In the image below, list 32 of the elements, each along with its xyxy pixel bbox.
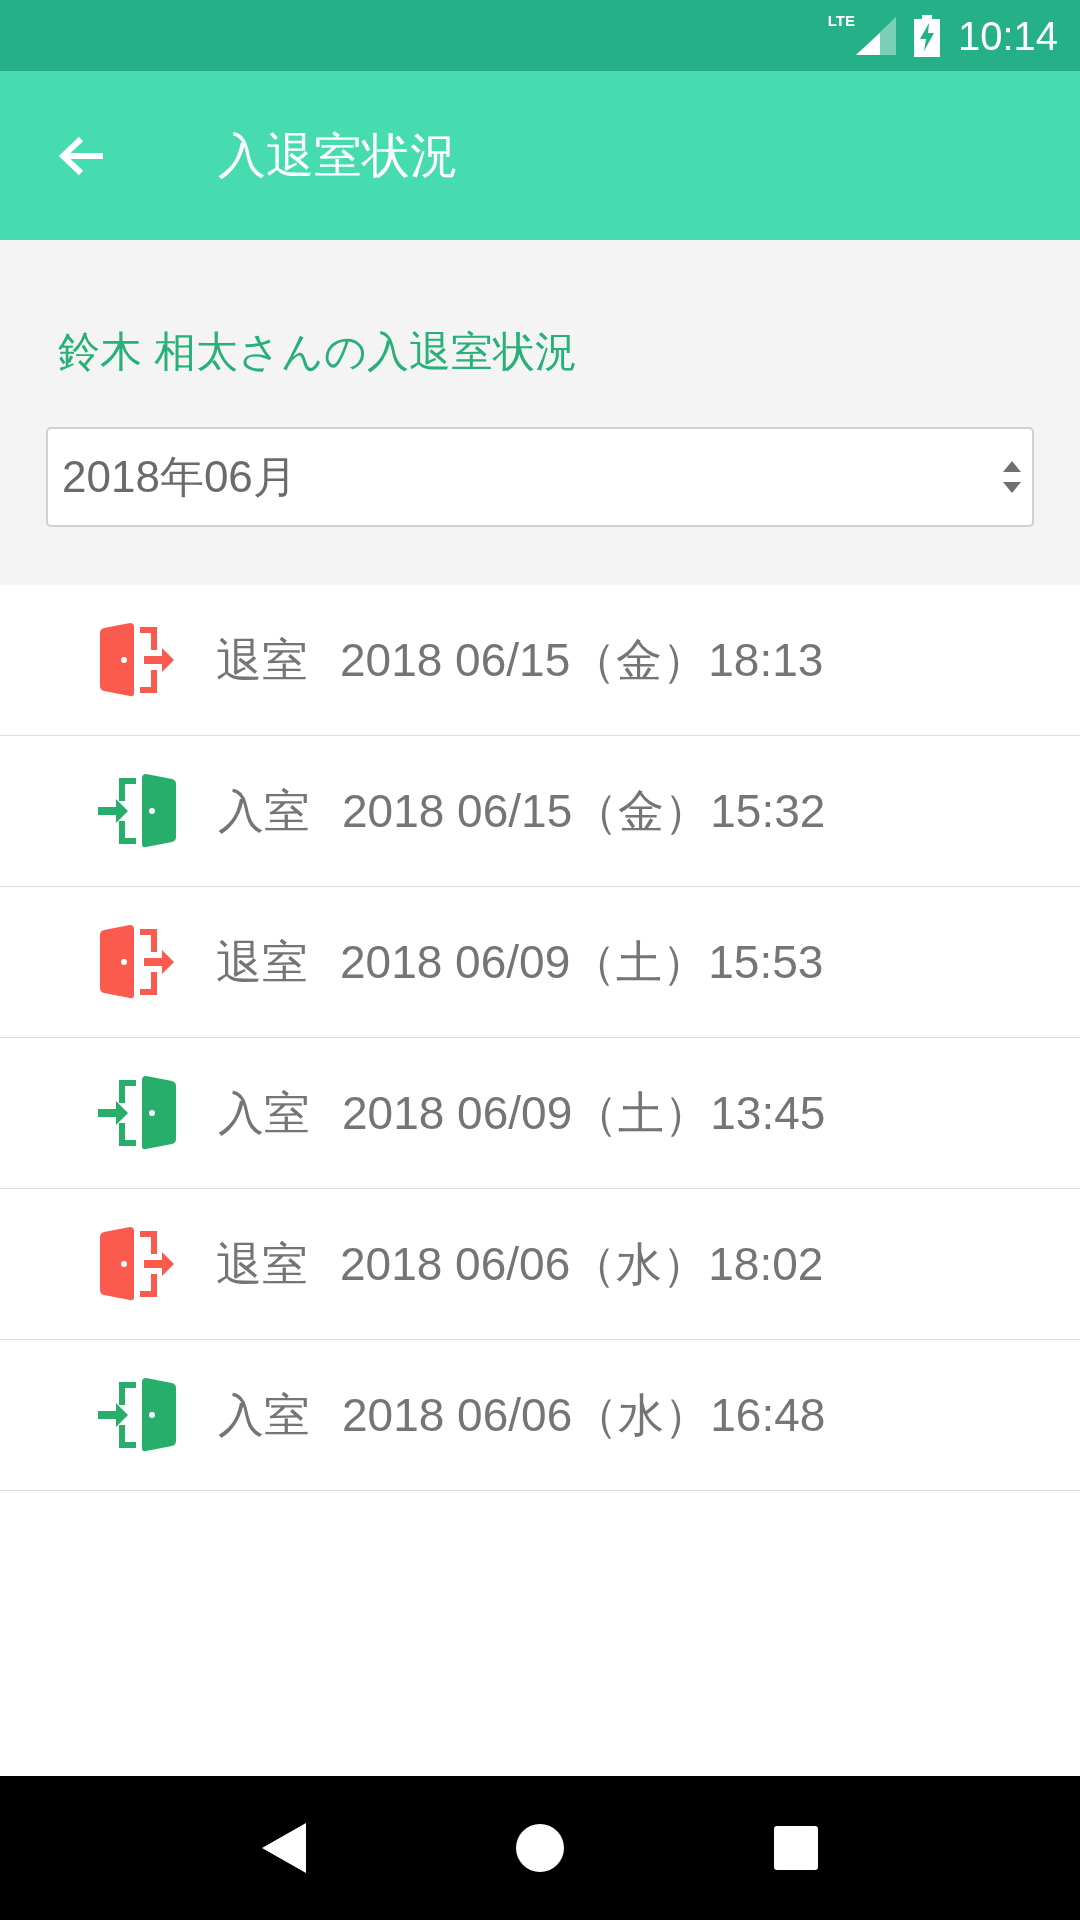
exit-door-icon — [98, 925, 176, 999]
network-type: LTE — [827, 12, 855, 28]
up-down-caret-icon — [1002, 459, 1022, 495]
signal-icon — [855, 16, 896, 55]
record-datetime: 2018 06/06（水）16:48 — [342, 1387, 826, 1443]
nav-back-button[interactable] — [262, 1823, 306, 1873]
record-datetime: 2018 06/06（水）18:02 — [340, 1236, 824, 1292]
record-type: 入室 — [218, 783, 310, 839]
record-type: 退室 — [216, 632, 308, 688]
record-datetime: 2018 06/15（金）18:13 — [340, 632, 824, 688]
section-heading: 鈴木 相太さんの入退室状況 — [58, 327, 578, 377]
record-type: 退室 — [216, 934, 308, 990]
exit-door-icon — [98, 1227, 176, 1301]
battery-charging-icon — [913, 14, 940, 57]
enter-door-icon — [98, 774, 178, 848]
enter-door-icon — [98, 1378, 178, 1452]
record-type: 入室 — [218, 1387, 310, 1443]
record-datetime: 2018 06/15（金）15:32 — [342, 783, 826, 839]
month-select[interactable]: 2018年06月 — [46, 427, 1034, 527]
nav-home-button[interactable] — [516, 1824, 564, 1872]
record-datetime: 2018 06/09（土）15:53 — [340, 934, 824, 990]
square-recents-icon — [774, 1826, 818, 1870]
exit-door-icon — [98, 623, 176, 697]
clock: 10:14 — [957, 12, 1058, 60]
enter-door-icon — [98, 1076, 178, 1150]
record-type: 入室 — [218, 1085, 310, 1141]
screen-title: 入退室状況 — [218, 127, 458, 184]
record-type: 退室 — [216, 1236, 308, 1292]
circle-home-icon — [516, 1824, 564, 1872]
back-arrow-icon — [59, 134, 105, 177]
triangle-back-icon — [262, 1823, 306, 1873]
record-datetime: 2018 06/09（土）13:45 — [342, 1085, 826, 1141]
